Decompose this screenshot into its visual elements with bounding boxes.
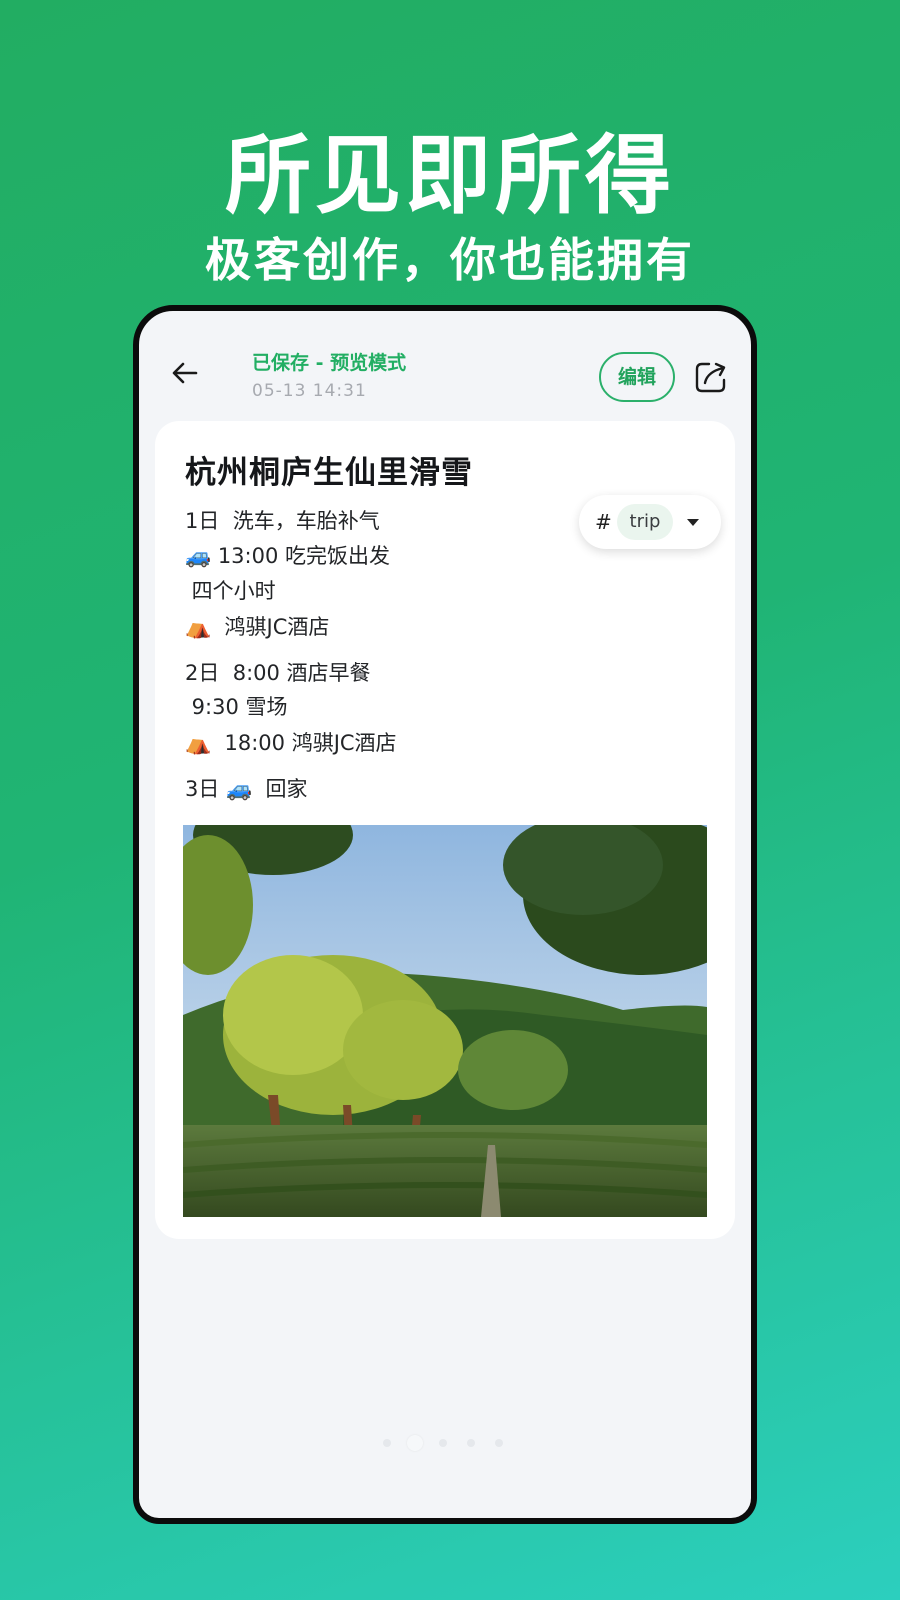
note-line: 3日 🚙 回家 xyxy=(185,777,308,801)
page-dot-active[interactable] xyxy=(407,1435,423,1451)
note-line: 9:30 雪场 xyxy=(185,695,288,719)
page-dot[interactable] xyxy=(439,1439,447,1447)
promo-subtitle: 极客创作，你也能拥有 xyxy=(205,233,695,287)
tag-chip[interactable]: trip xyxy=(617,504,673,540)
phone-frame: 已保存 - 预览模式 05-13 14:31 编辑 杭州桐庐生仙里滑雪 1日 洗… xyxy=(133,305,757,1524)
edit-button[interactable]: 编辑 xyxy=(599,352,675,402)
note-title: 杭州桐庐生仙里滑雪 xyxy=(185,455,473,491)
save-status: 已保存 - 预览模式 xyxy=(252,352,407,374)
page-dot[interactable] xyxy=(383,1439,391,1447)
note-line: 四个小时 xyxy=(185,579,276,603)
note-line: ⛺ 18:00 鸿骐JC酒店 xyxy=(185,731,397,755)
note-line: 2日 8:00 酒店早餐 xyxy=(185,661,371,685)
note-line: 🚙 13:00 吃完饭出发 xyxy=(185,544,391,568)
tag-selector[interactable]: # trip xyxy=(579,495,721,549)
back-button[interactable] xyxy=(167,355,203,391)
share-icon xyxy=(695,362,726,393)
landscape-image xyxy=(183,825,707,1217)
top-bar: 已保存 - 预览模式 05-13 14:31 编辑 xyxy=(139,311,751,417)
note-line: 1日 洗车，车胎补气 xyxy=(185,509,380,533)
page-dot[interactable] xyxy=(467,1439,475,1447)
note-line: ⛺ 鸿骐JC酒店 xyxy=(185,615,330,639)
timestamp: 05-13 14:31 xyxy=(252,381,367,401)
note-photo xyxy=(183,825,707,1217)
chevron-down-icon[interactable] xyxy=(687,519,699,526)
page-dot[interactable] xyxy=(495,1439,503,1447)
arrow-left-icon xyxy=(172,362,198,384)
promo-title: 所见即所得 xyxy=(225,125,675,226)
page-indicator xyxy=(379,1435,519,1451)
note-card: 杭州桐庐生仙里滑雪 1日 洗车，车胎补气 🚙 13:00 吃完饭出发 四个小时 … xyxy=(155,421,735,1239)
share-button[interactable] xyxy=(693,359,729,395)
hash-icon: # xyxy=(595,510,612,534)
